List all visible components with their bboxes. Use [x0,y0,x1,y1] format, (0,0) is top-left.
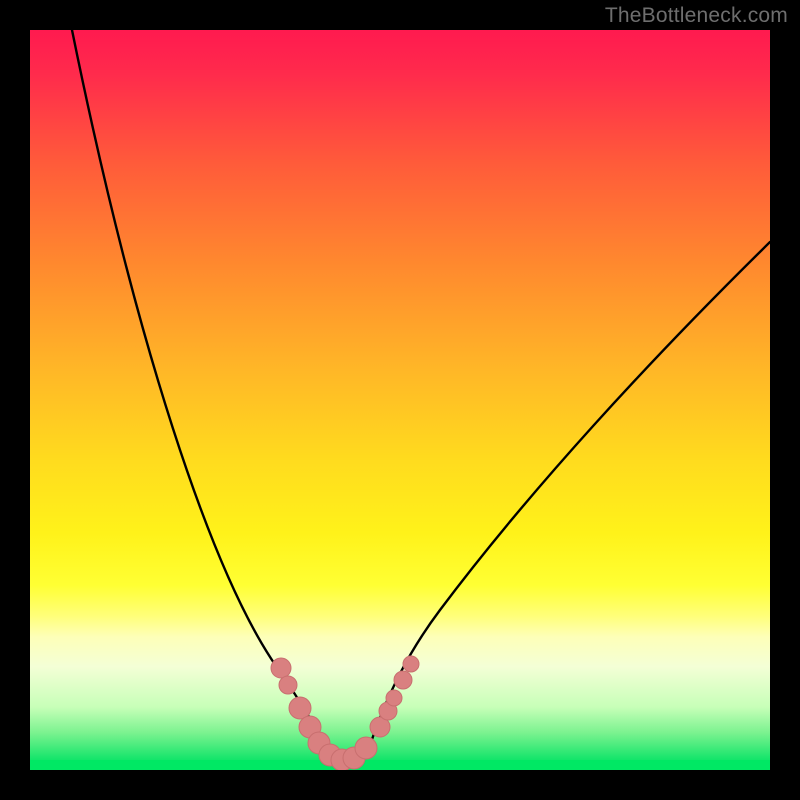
marker-point [279,676,297,694]
marker-point [394,671,412,689]
marker-point [271,658,291,678]
green-baseline [30,760,770,770]
watermark-label: TheBottleneck.com [605,4,788,28]
marker-point [403,656,419,672]
gradient-background [30,30,770,770]
chart-stage: TheBottleneck.com [0,0,800,800]
plot-area [30,30,770,770]
marker-point [289,697,311,719]
marker-point [355,737,377,759]
chart-svg [30,30,770,770]
marker-point [386,690,402,706]
